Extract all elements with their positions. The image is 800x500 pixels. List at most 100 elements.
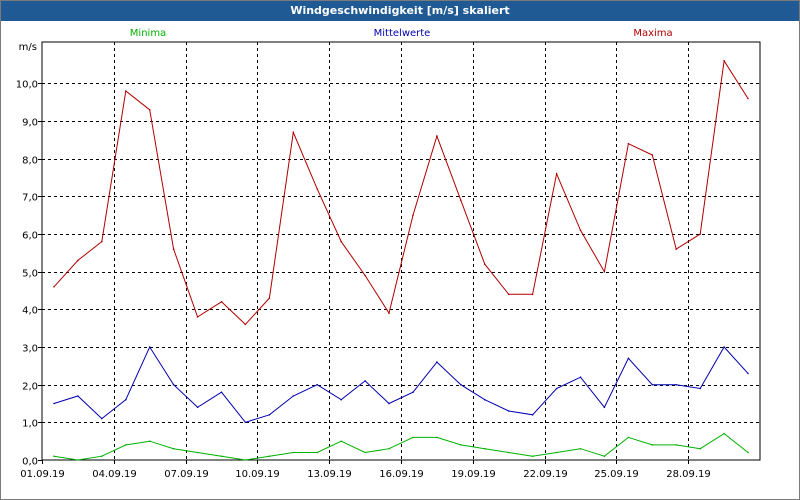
data-point-maxima <box>507 293 510 296</box>
data-point-minima <box>196 451 199 454</box>
data-point-mittelwerte <box>340 398 343 401</box>
data-point-mittelwerte <box>603 406 606 409</box>
data-point-minima <box>627 436 630 439</box>
data-point-maxima <box>603 270 606 273</box>
data-point-maxima <box>316 188 319 190</box>
data-point-mittelwerte <box>268 414 271 416</box>
data-point-maxima <box>555 173 558 175</box>
data-point-minima <box>292 451 295 454</box>
x-tick-label: 10.09.19 <box>235 469 280 480</box>
data-point-mittelwerte <box>460 383 462 386</box>
y-tick-label: 6,0 <box>22 231 38 242</box>
data-point-maxima <box>747 97 749 100</box>
data-point-mittelwerte <box>388 402 390 405</box>
data-point-maxima <box>699 233 701 235</box>
data-point-minima <box>77 459 79 461</box>
chart: Minima Mittelwerte Maxima m/s 0,0 1,0 2,0 3… <box>16 28 761 480</box>
data-point-maxima <box>723 60 725 62</box>
data-point-minima <box>651 444 654 446</box>
window-title: Windgeschwindigkeit [m/s] skaliert <box>1 1 799 21</box>
data-point-maxima <box>388 312 390 314</box>
y-tick-label: 5,0 <box>22 269 38 280</box>
data-point-minima <box>675 444 677 446</box>
data-point-maxima <box>579 229 582 232</box>
y-tick-label: 7,0 <box>22 193 38 204</box>
data-point-maxima <box>651 154 654 156</box>
data-point-minima <box>555 451 558 454</box>
data-point-minima <box>340 440 343 443</box>
data-point-maxima <box>292 131 295 134</box>
data-point-mittelwerte <box>125 398 127 401</box>
data-point-minima <box>148 440 151 443</box>
data-point-maxima <box>484 263 486 265</box>
x-tick-label: 28.09.19 <box>666 469 711 480</box>
data-point-minima <box>268 455 271 458</box>
legend-maxima: Maxima <box>633 28 672 39</box>
x-tick-label: 07.09.19 <box>164 469 209 480</box>
data-point-minima <box>364 451 366 454</box>
data-point-maxima <box>675 248 677 250</box>
data-point-maxima <box>436 135 438 137</box>
data-point-mittelwerte <box>723 346 725 348</box>
data-point-minima <box>244 459 247 461</box>
data-point-minima <box>747 451 749 454</box>
data-point-maxima <box>460 199 462 201</box>
x-tick-label: 01.09.19 <box>20 469 65 480</box>
data-point-mittelwerte <box>579 376 582 379</box>
data-point-minima <box>436 436 438 439</box>
data-point-maxima <box>531 293 534 296</box>
data-point-minima <box>699 447 701 450</box>
data-point-minima <box>316 451 319 454</box>
y-unit-label: m/s <box>19 42 37 53</box>
data-point-mittelwerte <box>364 380 366 382</box>
data-point-maxima <box>412 214 414 216</box>
data-point-minima <box>507 451 510 454</box>
data-point-minima <box>460 444 462 446</box>
data-point-maxima <box>172 248 175 250</box>
data-point-maxima <box>77 259 79 262</box>
y-tick-label: 3,0 <box>22 344 38 355</box>
data-point-mittelwerte <box>244 421 247 424</box>
data-point-mittelwerte <box>220 391 223 394</box>
data-point-minima <box>579 447 582 450</box>
data-point-maxima <box>364 274 366 277</box>
data-point-maxima <box>101 240 103 243</box>
x-tick-label: 13.09.19 <box>307 469 352 480</box>
legend-mittelwerte: Mittelwerte <box>374 28 431 39</box>
x-tick-label: 22.09.19 <box>523 469 568 480</box>
y-tick-label: 0,0 <box>22 457 38 468</box>
data-point-mittelwerte <box>747 372 749 375</box>
x-tick-label: 04.09.19 <box>92 469 137 480</box>
y-tick-label: 4,0 <box>22 306 38 317</box>
data-point-mittelwerte <box>196 406 199 409</box>
data-point-mittelwerte <box>627 357 630 360</box>
data-point-mittelwerte <box>699 387 701 390</box>
data-point-mittelwerte <box>172 383 175 386</box>
data-point-mittelwerte <box>507 410 510 412</box>
x-tick-label: 16.09.19 <box>379 469 424 480</box>
data-point-minima <box>603 455 606 458</box>
data-point-minima <box>723 432 725 435</box>
y-tick-label: 10,0 <box>16 80 38 91</box>
data-point-mittelwerte <box>77 395 79 397</box>
data-point-minima <box>484 447 486 450</box>
data-point-maxima <box>220 301 223 303</box>
data-point-minima <box>220 455 223 458</box>
data-point-mittelwerte <box>555 387 558 390</box>
data-point-maxima <box>244 323 247 326</box>
data-point-minima <box>172 447 175 450</box>
y-tick-label: 9,0 <box>22 118 38 129</box>
data-point-maxima <box>340 240 343 243</box>
data-point-maxima <box>125 90 127 92</box>
data-point-minima <box>125 444 127 446</box>
data-point-maxima <box>196 316 199 318</box>
data-point-mittelwerte <box>531 414 534 416</box>
data-point-mittelwerte <box>651 383 654 386</box>
data-point-maxima <box>53 286 55 288</box>
data-point-minima <box>388 447 390 450</box>
x-tick-label: 19.09.19 <box>451 469 496 480</box>
y-tick-label: 2,0 <box>22 382 38 393</box>
data-point-maxima <box>627 142 630 145</box>
data-point-mittelwerte <box>436 361 438 363</box>
data-point-maxima <box>148 109 151 111</box>
